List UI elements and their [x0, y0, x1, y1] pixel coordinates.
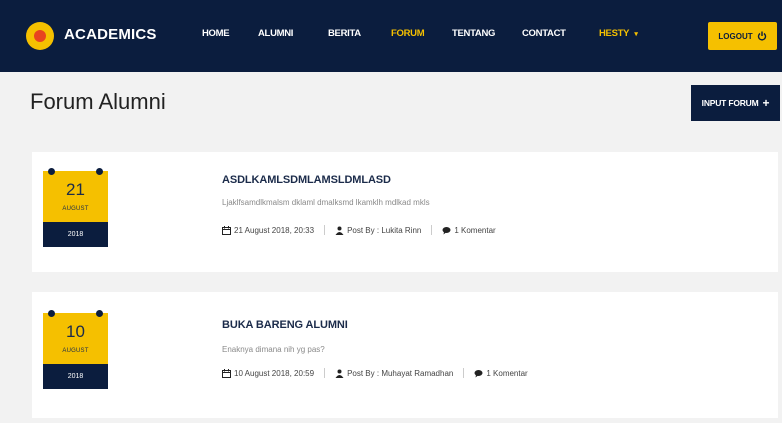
user-icon [335, 369, 344, 378]
nav-alumni[interactable]: ALUMNI [258, 28, 293, 39]
comment-icon [442, 226, 451, 235]
post-datetime: 10 August 2018, 20:59 [234, 368, 315, 378]
chevron-down-icon: ▾ [634, 31, 638, 38]
input-forum-label: INPUT FORUM [701, 98, 759, 108]
power-icon [757, 31, 767, 41]
forum-post-card: 10 AUGUST 2018 BUKA BARENG ALUMNI Enakny… [32, 292, 778, 418]
pin-dot-icon [48, 168, 55, 175]
date-day: 10 [66, 322, 85, 341]
top-navbar: ACADEMICS HOME ALUMNI BERITA FORUM TENTA… [0, 0, 782, 72]
post-author[interactable]: Post By : Muhayat Ramadhan [347, 369, 453, 378]
logo-icon[interactable] [26, 22, 54, 50]
date-badge: 10 AUGUST 2018 [43, 310, 108, 389]
divider [431, 225, 433, 235]
post-comments[interactable]: 1 Komentar [486, 369, 527, 378]
post-excerpt: Enaknya dimana nih yg pas? [222, 345, 325, 354]
pin-dot-icon [48, 310, 55, 317]
user-menu-dropdown[interactable]: HESTY ▾ [599, 28, 638, 39]
pin-dot-icon [96, 168, 103, 175]
user-icon [335, 226, 344, 235]
post-comments[interactable]: 1 Komentar [454, 226, 495, 235]
date-month: AUGUST [62, 206, 89, 212]
nav-home[interactable]: HOME [202, 28, 230, 39]
user-menu-label: HESTY [599, 28, 630, 39]
logout-label: LOGOUT [718, 31, 753, 41]
date-year: 2018 [43, 364, 108, 389]
post-excerpt: Ljaklfsamdlkmalsm dklaml dmalksmd lkamkl… [222, 198, 430, 207]
comment-icon [474, 369, 483, 378]
post-meta: 21 August 2018, 20:33 Post By : Lukita R… [222, 225, 496, 235]
brand-name[interactable]: ACADEMICS [64, 26, 157, 43]
date-day: 21 [66, 180, 85, 199]
post-title[interactable]: ASDLKAMLSDMLAMSLDMLASD [222, 174, 391, 186]
post-meta: 10 August 2018, 20:59 Post By : Muhayat … [222, 368, 528, 378]
forum-post-card: 21 AUGUST 2018 ASDLKAMLSDMLAMSLDMLASD Lj… [32, 152, 778, 272]
nav-forum[interactable]: FORUM [391, 28, 425, 39]
date-year: 2018 [43, 222, 108, 247]
post-author[interactable]: Post By : Lukita Rinn [347, 226, 421, 235]
divider [324, 225, 326, 235]
post-title[interactable]: BUKA BARENG ALUMNI [222, 319, 348, 331]
divider [463, 368, 465, 378]
calendar-icon [222, 225, 231, 235]
post-datetime: 21 August 2018, 20:33 [234, 225, 315, 235]
calendar-icon [222, 368, 231, 378]
divider [324, 368, 326, 378]
page-title: Forum Alumni [30, 89, 166, 114]
nav-tentang[interactable]: TENTANG [452, 28, 495, 39]
nav-contact[interactable]: CONTACT [522, 28, 566, 39]
pin-dot-icon [96, 310, 103, 317]
date-badge: 21 AUGUST 2018 [43, 168, 108, 247]
logout-button[interactable]: LOGOUT [708, 22, 777, 50]
plus-icon: + [762, 96, 770, 110]
input-forum-button[interactable]: INPUT FORUM + [691, 85, 780, 121]
date-month: AUGUST [62, 348, 89, 354]
nav-berita[interactable]: BERITA [328, 28, 361, 39]
